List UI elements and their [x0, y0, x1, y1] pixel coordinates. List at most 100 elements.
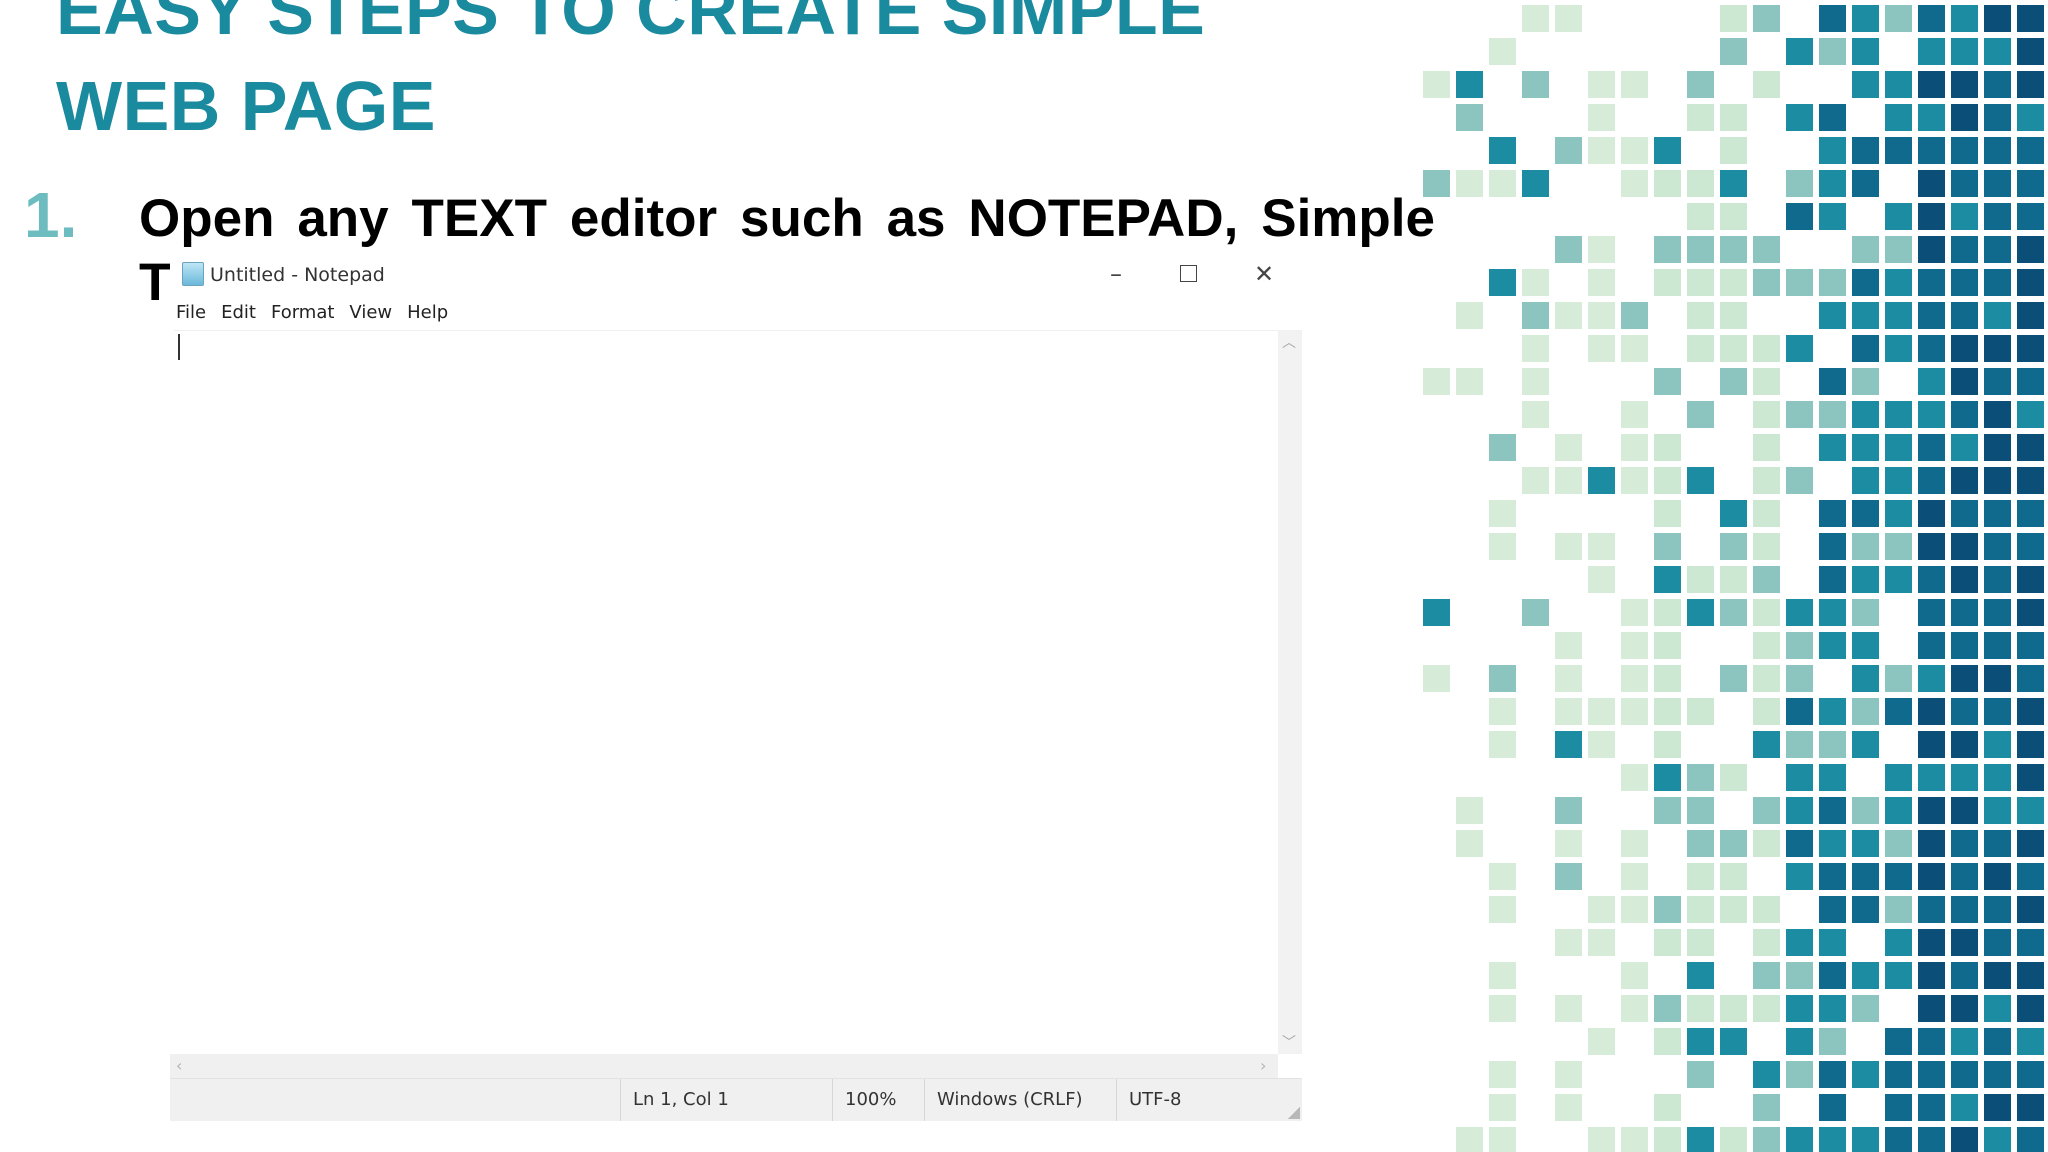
menu-view[interactable]: View [349, 300, 399, 330]
mosaic-tile [1819, 368, 1846, 395]
notepad-titlebar[interactable]: Untitled - Notepad – ✕ [170, 250, 1302, 298]
mosaic-tile [1555, 5, 1582, 32]
mosaic-tile [1621, 830, 1648, 857]
mosaic-tile [1918, 401, 1945, 428]
mosaic-tile [1885, 203, 1912, 230]
chevron-right-icon[interactable]: › [1260, 1056, 1266, 1075]
mosaic-tile [1984, 698, 2011, 725]
mosaic-tile [1819, 830, 1846, 857]
mosaic-tile [1654, 137, 1681, 164]
mosaic-tile [1786, 1028, 1813, 1055]
mosaic-tile [1885, 137, 1912, 164]
mosaic-tile [1522, 269, 1549, 296]
mosaic-tile [1555, 434, 1582, 461]
mosaic-tile [2017, 302, 2044, 329]
mosaic-tile [1852, 302, 1879, 329]
mosaic-tile [1555, 797, 1582, 824]
mosaic-tile [1621, 995, 1648, 1022]
mosaic-tile [1885, 71, 1912, 98]
mosaic-tile [1885, 467, 1912, 494]
close-button[interactable]: ✕ [1236, 256, 1292, 292]
chevron-left-icon[interactable]: ‹ [176, 1056, 182, 1075]
mosaic-tile [1456, 830, 1483, 857]
mosaic-tile [1918, 500, 1945, 527]
mosaic-tile [2017, 500, 2044, 527]
mosaic-tile [1489, 731, 1516, 758]
minimize-button[interactable]: – [1088, 256, 1144, 292]
mosaic-tile [1819, 896, 1846, 923]
mosaic-tile [1786, 38, 1813, 65]
mosaic-tile [1555, 632, 1582, 659]
mosaic-tile [1621, 434, 1648, 461]
mosaic-tile [1918, 731, 1945, 758]
mosaic-tile [1984, 533, 2011, 560]
mosaic-tile [1588, 467, 1615, 494]
mosaic-tile [1786, 863, 1813, 890]
mosaic-tile [1918, 170, 1945, 197]
mosaic-tile [1555, 1061, 1582, 1088]
mosaic-tile [1588, 104, 1615, 131]
mosaic-tile [1489, 1061, 1516, 1088]
mosaic-tile [1885, 962, 1912, 989]
mosaic-tile [1753, 434, 1780, 461]
mosaic-tile [1753, 500, 1780, 527]
mosaic-tile [1984, 764, 2011, 791]
menu-edit[interactable]: Edit [221, 300, 263, 330]
mosaic-tile [1489, 995, 1516, 1022]
menu-format[interactable]: Format [271, 300, 341, 330]
mosaic-tile [1753, 896, 1780, 923]
mosaic-tile [1885, 830, 1912, 857]
mosaic-tile [1984, 896, 2011, 923]
mosaic-tile [1654, 368, 1681, 395]
notepad-window[interactable]: Untitled - Notepad – ✕ File Edit Format … [170, 250, 1302, 1121]
chevron-up-icon[interactable]: ︿ [1282, 332, 1296, 352]
mosaic-tile [1555, 533, 1582, 560]
mosaic-tile [1786, 401, 1813, 428]
mosaic-tile [1852, 500, 1879, 527]
vertical-scrollbar[interactable]: ︿ ﹀ [1278, 330, 1302, 1054]
menu-file[interactable]: File [176, 300, 213, 330]
mosaic-tile [1621, 599, 1648, 626]
resize-grip[interactable] [1288, 1107, 1300, 1119]
mosaic-tile [1984, 38, 2011, 65]
mosaic-tile [1654, 731, 1681, 758]
mosaic-tile [1555, 863, 1582, 890]
text-editor-area[interactable] [174, 330, 1282, 1055]
mosaic-tile [1720, 137, 1747, 164]
horizontal-scrollbar[interactable]: ‹ › [170, 1054, 1278, 1078]
mosaic-tile [1951, 863, 1978, 890]
mosaic-tile [1984, 962, 2011, 989]
mosaic-tile [1984, 995, 2011, 1022]
mosaic-tile [1555, 302, 1582, 329]
mosaic-tile [1654, 1094, 1681, 1121]
mosaic-tile [1489, 698, 1516, 725]
mosaic-tile [1720, 104, 1747, 131]
mosaic-tile [1522, 599, 1549, 626]
mosaic-tile [2017, 929, 2044, 956]
mosaic-tile [1621, 632, 1648, 659]
mosaic-tile [1687, 764, 1714, 791]
mosaic-tile [1984, 665, 2011, 692]
mosaic-tile [1522, 467, 1549, 494]
window-title: Untitled - Notepad [210, 264, 385, 286]
mosaic-tile [1786, 467, 1813, 494]
mosaic-tile [1621, 335, 1648, 362]
menu-help[interactable]: Help [407, 300, 455, 330]
mosaic-tile [1786, 995, 1813, 1022]
decorative-mosaic [1423, 5, 2044, 1152]
mosaic-tile [1522, 170, 1549, 197]
mosaic-tile [1753, 401, 1780, 428]
mosaic-tile [1753, 71, 1780, 98]
mosaic-tile [1918, 302, 1945, 329]
mosaic-tile [1654, 929, 1681, 956]
mosaic-tile [1984, 632, 2011, 659]
mosaic-tile [2017, 104, 2044, 131]
maximize-button[interactable] [1160, 256, 1216, 292]
mosaic-tile [1720, 863, 1747, 890]
mosaic-tile [1852, 236, 1879, 263]
chevron-down-icon[interactable]: ﹀ [1282, 1032, 1296, 1052]
mosaic-tile [1720, 1127, 1747, 1152]
mosaic-tile [1852, 170, 1879, 197]
mosaic-tile [1786, 929, 1813, 956]
mosaic-tile [1588, 302, 1615, 329]
